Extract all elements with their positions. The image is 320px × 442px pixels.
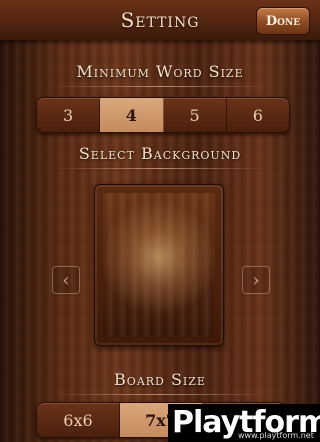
word-size-option-6[interactable]: 6 [227, 98, 289, 132]
watermark-logo: Playtform www.playtform.net [168, 404, 320, 442]
board-size-label: Board Size [114, 370, 206, 389]
divider [52, 394, 268, 395]
word-size-option-4[interactable]: 4 [100, 98, 164, 132]
chevron-right-icon: › [252, 269, 260, 291]
background-preview-frame [94, 184, 224, 346]
word-size-option-5[interactable]: 5 [164, 98, 227, 132]
divider [52, 168, 268, 169]
watermark-url: www.playtform.net [238, 431, 314, 440]
minimum-word-size-label: Minimum Word Size [76, 62, 244, 81]
top-bar: Setting Done [0, 0, 320, 40]
divider [52, 86, 268, 87]
done-button[interactable]: Done [256, 7, 310, 35]
previous-background-button[interactable]: ‹ [52, 266, 80, 294]
board-size-option-6x6[interactable]: 6x6 [37, 403, 120, 437]
minimum-word-size-selector: 3 4 5 6 [36, 97, 290, 133]
background-preview[interactable] [103, 193, 215, 337]
chevron-left-icon: ‹ [62, 269, 70, 291]
word-size-option-3[interactable]: 3 [37, 98, 101, 132]
next-background-button[interactable]: › [242, 266, 270, 294]
select-background-label: Select Background [78, 144, 242, 163]
